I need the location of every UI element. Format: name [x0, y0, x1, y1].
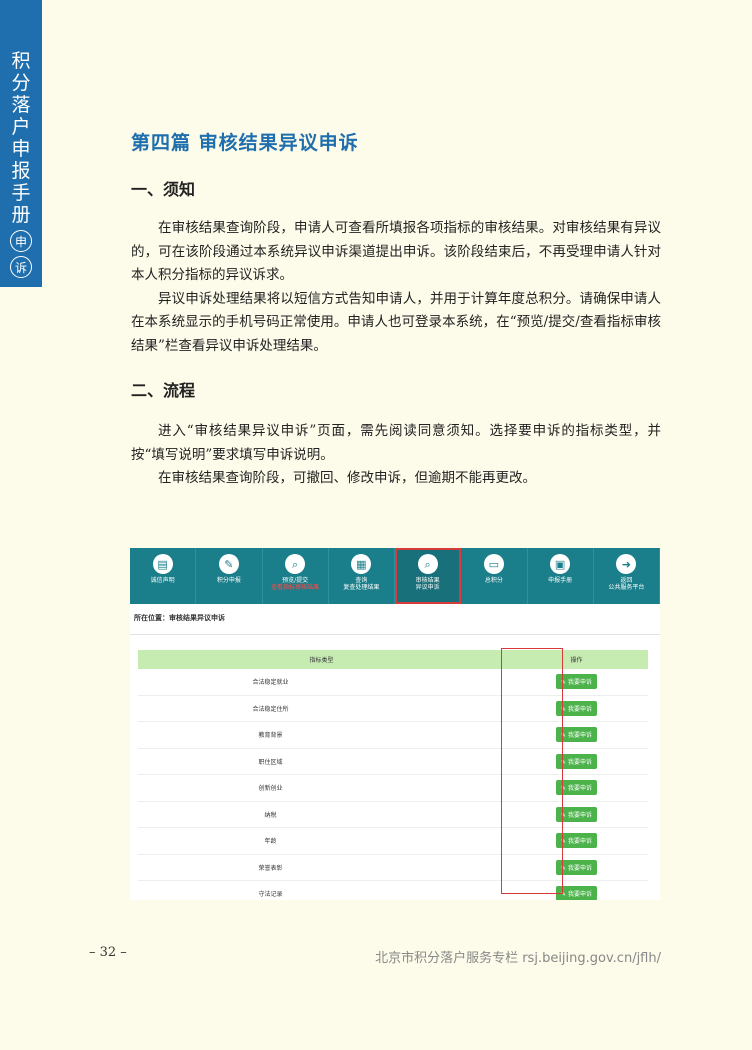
badge-shen: 申: [10, 230, 32, 252]
breadcrumb: 所在位置：审核结果异议申诉: [130, 604, 660, 635]
monitor-icon: ▭: [483, 554, 504, 574]
nav-item-preview[interactable]: ⌕ 预览/提交 查看指标审核结果: [263, 548, 329, 604]
nav-item-apply[interactable]: ✎ 积分申报: [196, 548, 263, 604]
section1-para1: 在审核结果查询阶段，申请人可查看所填报各项指标的审核结果。对审核结果有异议的，可…: [131, 220, 661, 283]
indicator-type: 创新创业: [138, 774, 403, 802]
section2-heading: 二、流程: [131, 381, 196, 400]
indicator-type: 教育背景: [138, 721, 403, 749]
badge-su: 诉: [10, 256, 32, 278]
spacer-cell: [403, 801, 505, 828]
search-icon: ⌕: [285, 554, 306, 574]
appeal-button-label: 我要申诉: [567, 811, 592, 819]
spacer-cell: [403, 774, 505, 802]
indicator-type: 职住区域: [138, 748, 403, 775]
book-icon: ▣: [550, 554, 571, 574]
nav-sublabel: 公共服务平台: [608, 584, 645, 591]
spacer-cell: [403, 669, 505, 696]
appeal-button-label: 我要申诉: [567, 785, 592, 793]
arrow-right-icon: ➜: [616, 554, 637, 574]
spacer-cell: [403, 880, 505, 900]
indicator-type: 荣誉表彰: [138, 854, 403, 881]
table-row: 荣誉表彰 ✎ 我要申诉: [138, 854, 648, 881]
appeal-button-label: 我要申诉: [567, 705, 592, 713]
appeal-button-label: 我要申诉: [567, 732, 592, 740]
indicator-type: 守法记录: [138, 880, 403, 900]
nav-sublabel: 异议申诉: [415, 584, 440, 591]
indicator-type: 纳税: [138, 801, 403, 828]
table-row: 年龄 ✎ 我要申诉: [138, 827, 648, 855]
section2-para2: 在审核结果查询阶段，可撤回、修改申诉，但逾期不能再更改。: [158, 470, 536, 486]
table-row: 合法稳定住所 ✎ 我要申诉: [138, 695, 648, 722]
nav-bar: ▤ 诚信声明 ✎ 积分申报 ⌕ 预览/提交 查看指标审核结果 ▦ 查询 复查处理结果 ⌕ 审核…: [130, 548, 660, 604]
appeal-button-label: 我要申诉: [567, 891, 592, 899]
side-tab-title: 积分落户申报手册: [11, 50, 31, 226]
nav-label: 诚信声明: [150, 577, 175, 584]
table-row: 教育背景 ✎ 我要申诉: [138, 721, 648, 749]
spacer-cell: [403, 827, 505, 855]
nav-item-integrity[interactable]: ▤ 诚信声明: [130, 548, 197, 604]
nav-sublabel: 复查处理结果: [343, 584, 380, 591]
nav-label: 申报手册: [548, 577, 573, 584]
nav-label: 积分申报: [216, 577, 241, 584]
nav-sublabel: 查看指标审核结果: [271, 584, 320, 591]
nav-label: 审核结果: [415, 577, 440, 584]
spacer-cell: [403, 748, 505, 775]
side-tab: 积分落户申报手册 申 诉: [0, 0, 42, 287]
footer-text: 北京市积分落户服务专栏 rsj.beijing.gov.cn/jflh/: [375, 951, 661, 966]
section2-body: 进入“审核结果异议申诉”页面，需先阅读同意须知。选择要申诉的指标类型，并按“填写…: [131, 420, 661, 491]
pencil-icon: ✎: [218, 554, 239, 574]
nav-item-total-score[interactable]: ▭ 总积分: [461, 548, 528, 604]
spacer-cell: [403, 854, 505, 881]
spacer-cell: [403, 695, 505, 722]
nav-label: 查询: [355, 577, 368, 584]
document-icon: ▤: [152, 554, 173, 574]
table-row: 职住区域 ✎ 我要申诉: [138, 748, 648, 775]
nav-item-manual[interactable]: ▣ 申报手册: [528, 548, 594, 604]
appeal-button-label: 我要申诉: [567, 679, 592, 687]
table-row: 合法稳定就业 ✎ 我要申诉: [138, 669, 648, 696]
appeal-button-label: 我要申诉: [567, 864, 592, 872]
indicator-type: 合法稳定就业: [138, 669, 403, 696]
column-header-type: 指标类型: [138, 650, 505, 669]
system-screenshot: ▤ 诚信声明 ✎ 积分申报 ⌕ 预览/提交 查看指标审核结果 ▦ 查询 复查处理结果 ⌕ 审核…: [130, 548, 660, 900]
appeal-table: 指标类型 操作 合法稳定就业 ✎ 我要申诉 合法稳定住所 ✎ 我要申诉 教育背景 ✎ 我要…: [138, 650, 648, 900]
chapter-title: 第四篇 审核结果异议申诉: [131, 132, 359, 154]
indicator-type: 合法稳定住所: [138, 695, 403, 722]
section1-heading: 一、须知: [131, 180, 196, 199]
section2-para1: 进入“审核结果异议申诉”页面，需先阅读同意须知。选择要申诉的指标类型，并按“填写…: [131, 423, 661, 463]
nav-item-query[interactable]: ▦ 查询 复查处理结果: [329, 548, 395, 604]
section1-para2: 异议申诉处理结果将以短信方式告知申请人，并用于计算年度总积分。请确保申请人在本系…: [131, 290, 661, 354]
appeal-button-label: 我要申诉: [567, 758, 592, 766]
highlight-box: [501, 648, 563, 894]
section1-body: 在审核结果查询阶段，申请人可查看所填报各项指标的审核结果。对审核结果有异议的，可…: [131, 217, 661, 358]
table-row: 纳税 ✎ 我要申诉: [138, 801, 648, 828]
nav-label: 返回: [620, 577, 633, 584]
nav-label: 总积分: [484, 577, 503, 584]
spacer-cell: [403, 721, 505, 749]
nav-label: 预览/提交: [282, 577, 309, 584]
clipboard-icon: ▦: [351, 554, 372, 574]
table-row: 守法记录 ✎ 我要申诉: [138, 880, 648, 900]
appeal-button-label: 我要申诉: [567, 838, 592, 846]
magnifier-icon: ⌕: [417, 554, 438, 574]
page-number: – 32 –: [89, 945, 127, 960]
table-row: 创新创业 ✎ 我要申诉: [138, 774, 648, 802]
nav-item-appeal[interactable]: ⌕ 审核结果 异议申诉: [395, 548, 462, 604]
nav-item-return[interactable]: ➜ 返回 公共服务平台: [594, 548, 660, 604]
indicator-type: 年龄: [138, 827, 403, 855]
